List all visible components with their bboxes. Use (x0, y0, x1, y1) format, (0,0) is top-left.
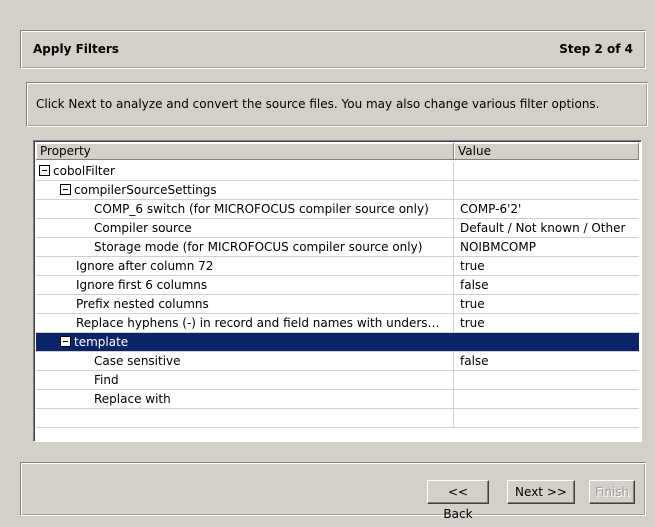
back-button[interactable]: << Back (427, 480, 489, 521)
row-property: Replace with (94, 392, 171, 406)
row-value[interactable] (454, 181, 639, 199)
row-value[interactable] (454, 371, 639, 389)
table-row[interactable]: compilerSourceSettings (36, 181, 639, 200)
row-value[interactable] (454, 333, 639, 351)
row-property: Ignore first 6 columns (76, 278, 208, 292)
row-property: cobolFilter (53, 164, 115, 178)
column-header-value[interactable]: Value (454, 143, 639, 160)
table-row[interactable]: Ignore after column 72 true (36, 257, 639, 276)
table-row[interactable]: Replace hyphens (-) in record and field … (36, 314, 639, 333)
table-row-selected[interactable]: template (36, 333, 639, 352)
table-row[interactable]: COMP_6 switch (for MICROFOCUS compiler s… (36, 200, 639, 219)
row-value[interactable]: COMP-6'2' (454, 200, 639, 218)
wizard-footer: << Back Next >> Finish (20, 462, 646, 521)
table-row[interactable]: Prefix nested columns true (36, 295, 639, 314)
row-value[interactable]: NOIBMCOMP (454, 238, 639, 256)
table-row-empty[interactable] (36, 409, 639, 428)
table-row[interactable]: Compiler source Default / Not known / Ot… (36, 219, 639, 238)
column-header-property[interactable]: Property (36, 143, 454, 160)
wizard-header: Apply Filters Step 2 of 4 (20, 30, 646, 69)
table-header: Property Value (36, 143, 639, 161)
row-property: template (74, 335, 129, 349)
row-property: Prefix nested columns (76, 297, 209, 311)
step-indicator: Step 2 of 4 (559, 42, 633, 56)
row-property: COMP_6 switch (for MICROFOCUS compiler s… (94, 202, 429, 216)
table-row[interactable]: Storage mode (for MICROFOCUS compiler so… (36, 238, 639, 257)
table-rows: cobolFilter compilerSourceSettings COMP_… (36, 162, 639, 439)
row-property: Case sensitive (94, 354, 181, 368)
row-value[interactable]: Default / Not known / Other (454, 219, 639, 237)
row-property: Ignore after column 72 (76, 259, 214, 273)
collapse-toggle-icon[interactable] (60, 336, 71, 347)
finish-button[interactable]: Finish (589, 480, 635, 504)
row-value[interactable]: true (454, 257, 639, 275)
instructions-panel: Click Next to analyze and convert the so… (26, 82, 648, 127)
row-value[interactable] (454, 390, 639, 408)
collapse-toggle-icon[interactable] (39, 165, 50, 176)
row-property: Replace hyphens (-) in record and field … (76, 316, 440, 330)
row-property: compilerSourceSettings (74, 183, 217, 197)
row-value[interactable]: false (454, 276, 639, 294)
table-row[interactable]: Ignore first 6 columns false (36, 276, 639, 295)
table-row[interactable]: cobolFilter (36, 162, 639, 181)
table-row[interactable]: Replace with (36, 390, 639, 409)
instructions-text: Click Next to analyze and convert the so… (36, 97, 600, 111)
row-value[interactable] (454, 162, 639, 180)
row-value[interactable]: true (454, 314, 639, 332)
collapse-toggle-icon[interactable] (60, 184, 71, 195)
table-row[interactable]: Find (36, 371, 639, 390)
row-value[interactable]: false (454, 352, 639, 370)
row-value[interactable]: true (454, 295, 639, 313)
row-property: Compiler source (94, 221, 192, 235)
next-button[interactable]: Next >> (507, 480, 575, 504)
row-property: Find (94, 373, 119, 387)
page-title: Apply Filters (33, 42, 119, 56)
property-table[interactable]: Property Value cobolFilter compilerSourc… (33, 140, 642, 442)
table-row[interactable]: Case sensitive false (36, 352, 639, 371)
row-property: Storage mode (for MICROFOCUS compiler so… (94, 240, 423, 254)
